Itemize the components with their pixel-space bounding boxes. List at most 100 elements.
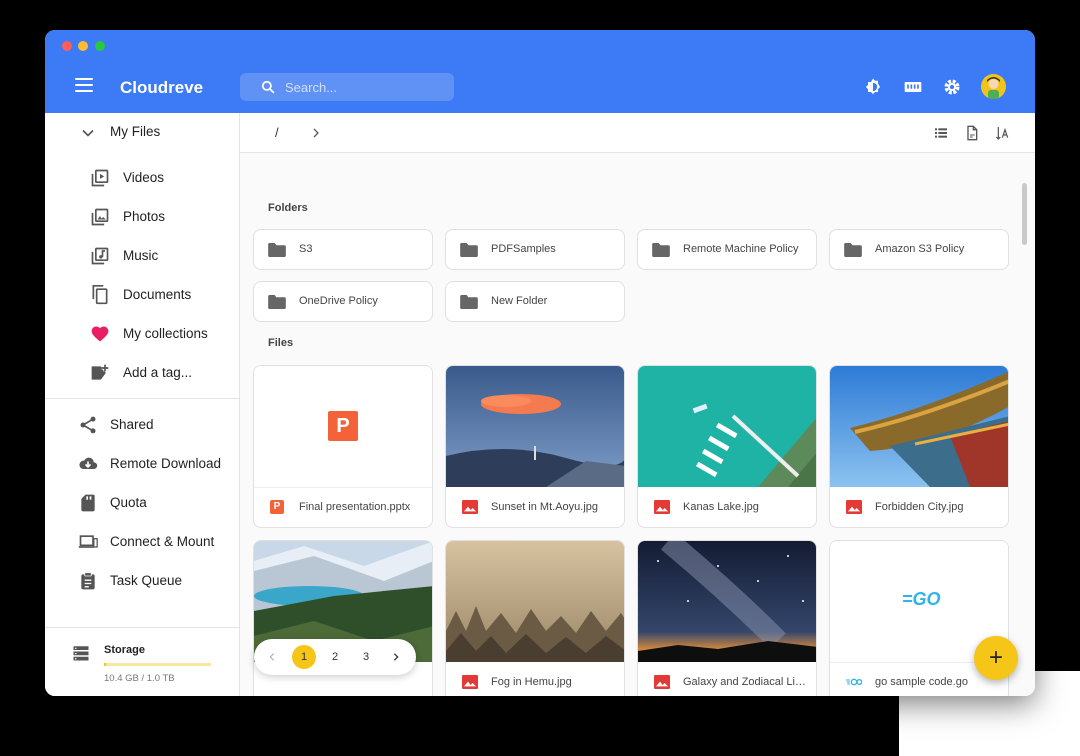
add-button[interactable]: + [974,636,1018,680]
sidebar-item-remote-download[interactable]: Remote Download [45,446,240,482]
file-thumbnail [638,366,816,487]
page-button-1[interactable]: 1 [292,645,316,669]
image-icon [654,675,670,689]
folder-icon [652,243,670,257]
chevron-right-icon[interactable] [310,127,322,139]
file-card[interactable]: Forbidden City.jpg [829,365,1009,528]
breadcrumb-root[interactable]: / [275,125,279,140]
file-card[interactable]: Galaxy and Zodiacal Light.jpg [637,540,817,696]
sidebar-item-label: Connect & Mount [110,534,215,549]
sidebar-item-task-queue[interactable]: Task Queue [45,563,240,599]
menu-icon[interactable] [75,78,93,92]
drive-icon[interactable] [903,77,923,97]
sort-icon[interactable] [995,125,1011,141]
gear-icon[interactable] [942,77,962,97]
chevron-right-icon[interactable] [391,652,401,662]
pptx-icon: P [270,500,284,514]
image-icon [462,500,478,514]
file-card[interactable]: P P Final presentation.pptx [253,365,433,528]
forbidden-city-image [830,366,1008,487]
file-thumbnail [830,366,1008,487]
pptx-icon: P [328,411,358,441]
folder-name: PDFSamples [491,243,556,255]
folder-icon [460,243,478,257]
close-window-button[interactable] [62,41,72,51]
chevron-left-icon[interactable] [267,652,277,662]
folder-name: S3 [299,243,313,255]
image-icon [846,500,862,514]
search-box[interactable] [240,73,454,101]
folder-item[interactable]: New Folder [445,281,625,322]
folder-item[interactable]: Amazon S3 Policy [829,229,1009,270]
minimize-window-button[interactable] [78,41,88,51]
avatar[interactable] [981,74,1006,99]
sidebar-item-my-files[interactable]: My Files [45,114,240,150]
sd-card-icon [81,494,95,512]
app-bar: Cloudreve [45,30,1035,113]
list-view-icon[interactable] [933,125,949,141]
galaxy-image [638,541,816,662]
folder-icon [460,295,478,309]
sidebar-item-shared[interactable]: Shared [45,407,240,443]
folder-item[interactable]: OneDrive Policy [253,281,433,322]
sidebar-item-connect-mount[interactable]: Connect & Mount [45,524,240,560]
main-content: / Folders S3 PDFSamples Remote Machine P… [240,113,1035,696]
file-name: Fog in Hemu.jpg [491,676,572,688]
fog-image [446,541,624,662]
sidebar: My Files Videos Photos Music Documents M… [45,113,240,696]
lake-image [638,366,816,487]
laptop-icon [78,535,98,548]
file-name: Forbidden City.jpg [875,501,964,513]
file-thumbnail [446,541,624,662]
sidebar-item-label: Quota [110,495,147,510]
sidebar-item-add-tag[interactable]: Add a tag... [45,355,240,391]
file-name: go sample code.go [875,676,968,688]
sidebar-item-documents[interactable]: Documents [45,277,240,313]
folder-name: New Folder [491,295,548,307]
theme-toggle-icon[interactable] [863,77,883,97]
divider [45,627,240,628]
file-thumbnail [638,541,816,662]
chevron-down-icon[interactable] [78,123,98,143]
scrollbar[interactable] [1022,183,1027,245]
image-icon [654,500,670,514]
page-button-2[interactable]: 2 [323,645,347,669]
file-card[interactable]: Kanas Lake.jpg [637,365,817,528]
folder-item[interactable]: PDFSamples [445,229,625,270]
go-logo: =GO [902,589,941,609]
file-name: Galaxy and Zodiacal Light.jpg [683,676,808,688]
photo-icon [91,208,109,226]
video-icon [91,169,109,187]
share-icon [80,416,96,434]
file-name: Kanas Lake.jpg [683,501,759,513]
file-info-icon[interactable] [964,125,980,141]
divider [45,398,240,399]
toolbar: / [240,113,1035,153]
storage-progress-bar [104,663,211,666]
storage-usage-text: 10.4 GB / 1.0 TB [104,673,175,684]
storage-progress-fill [104,663,107,666]
folder-item[interactable]: S3 [253,229,433,270]
app-window: Cloudreve My Files Videos Photos Music [45,30,1035,696]
sidebar-item-music[interactable]: Music [45,238,240,274]
add-tag-icon [91,364,109,380]
folder-icon [844,243,862,257]
sidebar-item-label: Videos [123,170,165,185]
page-button-3[interactable]: 3 [354,645,378,669]
folder-name: Remote Machine Policy [683,243,799,255]
sidebar-item-my-collections[interactable]: My collections [45,316,240,352]
sidebar-item-label: Task Queue [110,573,183,588]
app-title: Cloudreve [120,78,204,97]
maximize-window-button[interactable] [95,41,105,51]
sidebar-item-photos[interactable]: Photos [45,199,240,235]
file-card[interactable]: Sunset in Mt.Aoyu.jpg [445,365,625,528]
storage-label: Storage [104,644,145,656]
file-name: Final presentation.pptx [299,501,411,513]
search-input[interactable] [285,77,445,97]
sidebar-item-quota[interactable]: Quota [45,485,240,521]
folder-item[interactable]: Remote Machine Policy [637,229,817,270]
search-icon [261,80,275,94]
sidebar-item-videos[interactable]: Videos [45,160,240,196]
clipboard-icon [81,572,95,590]
file-card[interactable]: Fog in Hemu.jpg [445,540,625,696]
